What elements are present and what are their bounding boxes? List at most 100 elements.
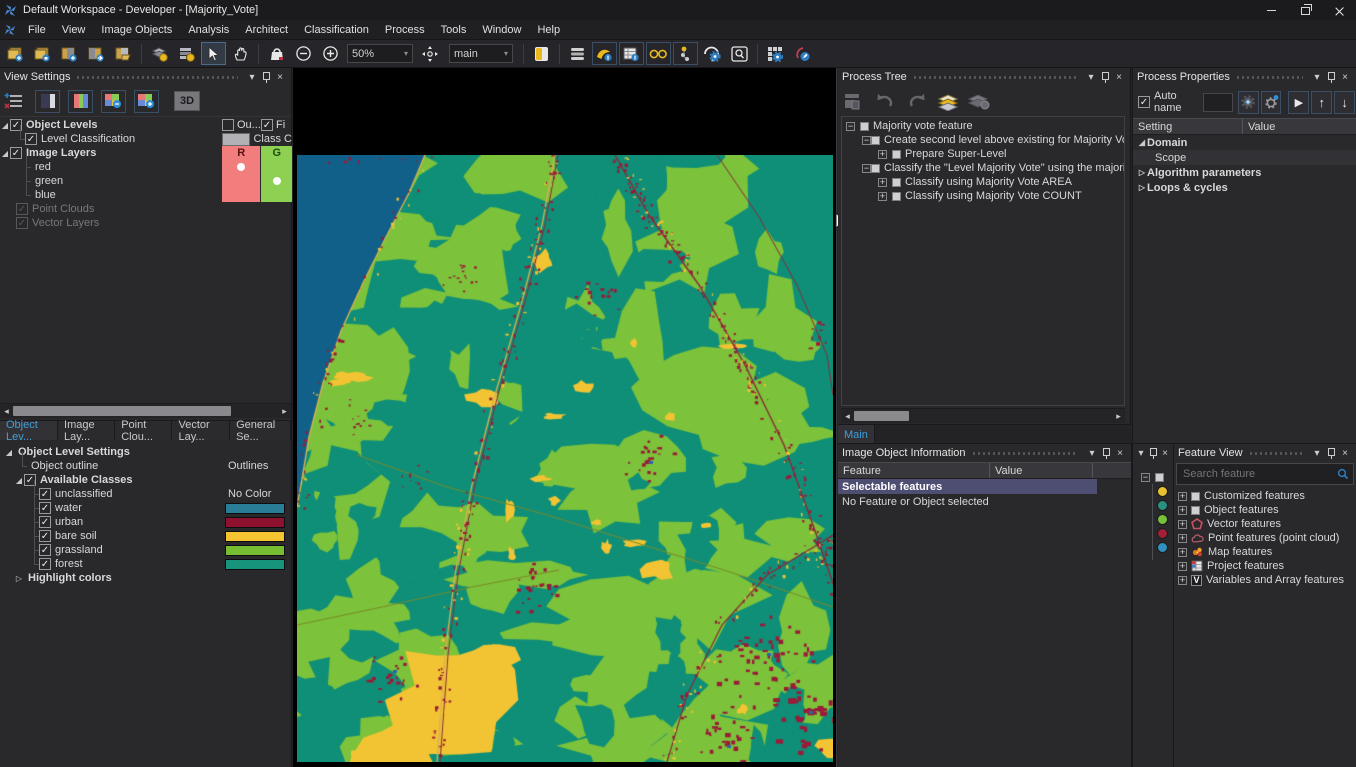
zoom-area-button[interactable] <box>264 42 289 65</box>
close-icon[interactable]: × <box>1338 446 1352 460</box>
collapsed-icon[interactable] <box>1137 183 1147 192</box>
class-dot-water[interactable] <box>1157 542 1168 553</box>
class-row-bare-soil[interactable]: bare soil <box>0 529 291 543</box>
algorithm-settings-button[interactable] <box>1238 91 1259 114</box>
pin-icon[interactable] <box>1324 446 1338 460</box>
bare-soil-checkbox[interactable] <box>39 530 51 542</box>
expanded-icon[interactable] <box>0 121 10 130</box>
view-settings-hscrollbar[interactable]: ◂ ▸ <box>0 403 291 418</box>
move-down-button[interactable]: ↓ <box>1334 91 1355 114</box>
load-rule-set-icon[interactable] <box>936 91 962 111</box>
menu-architect[interactable]: Architect <box>237 24 296 36</box>
pp-row-loops-cycles[interactable]: Loops & cycles <box>1133 180 1356 195</box>
expand-plus-icon[interactable]: + <box>1178 506 1187 515</box>
urban-color-swatch[interactable] <box>225 517 285 528</box>
edit-process-button[interactable] <box>790 42 815 65</box>
class-dot-forest[interactable] <box>1157 500 1168 511</box>
pan-button[interactable] <box>228 42 253 65</box>
fv-item-project[interactable]: + Project features <box>1174 559 1356 573</box>
pin-icon[interactable] <box>1147 446 1159 460</box>
single-layer-view-button[interactable] <box>35 90 60 113</box>
map-viewport[interactable] <box>293 68 837 767</box>
fv-item-object[interactable]: + Object features <box>1174 503 1356 517</box>
chevron-down-icon[interactable]: ▾ <box>1084 70 1098 84</box>
select-cursor-button[interactable] <box>201 42 226 65</box>
chevron-down-icon[interactable]: ▾ <box>1085 446 1099 460</box>
class-dot-bare-soil[interactable] <box>1157 486 1168 497</box>
collapse-minus-icon[interactable]: − <box>1141 473 1150 482</box>
level-classification-checkbox[interactable] <box>25 133 37 145</box>
menu-classification[interactable]: Classification <box>296 24 377 36</box>
layer-mix-plus-button[interactable] <box>134 90 159 113</box>
redo-icon[interactable] <box>904 92 928 110</box>
view-classification-button[interactable] <box>646 42 671 65</box>
fv-item-vector[interactable]: + Vector features <box>1174 517 1356 531</box>
outlined-column-checkbox[interactable] <box>222 119 234 131</box>
view-layout-button[interactable] <box>565 42 590 65</box>
menu-analysis[interactable]: Analysis <box>180 24 237 36</box>
expanded-icon[interactable] <box>1137 138 1147 147</box>
pin-icon[interactable] <box>1099 446 1113 460</box>
class-row-water[interactable]: water <box>0 501 291 515</box>
restore-button[interactable] <box>1288 0 1322 20</box>
close-icon[interactable]: × <box>273 70 287 84</box>
collapse-minus-icon[interactable]: − <box>862 136 871 145</box>
class-hierarchy-root[interactable]: − <box>1133 470 1173 484</box>
expand-plus-icon[interactable]: + <box>878 192 887 201</box>
menu-process[interactable]: Process <box>377 24 433 36</box>
unclassified-checkbox[interactable] <box>39 488 51 500</box>
scroll-left-icon[interactable]: ◂ <box>0 406 13 417</box>
selectable-features-row[interactable]: Selectable features <box>838 479 1097 494</box>
filled-column-checkbox[interactable] <box>261 119 273 131</box>
collapsed-icon[interactable] <box>14 574 24 583</box>
process-hierarchy-button[interactable] <box>673 42 698 65</box>
red-r-cell[interactable] <box>222 160 260 174</box>
feature-column-header[interactable]: Feature <box>838 463 990 478</box>
grassland-checkbox[interactable] <box>39 544 51 556</box>
minimize-button[interactable] <box>1254 0 1288 20</box>
class-dot-grassland[interactable] <box>1157 514 1168 525</box>
chevron-down-icon[interactable]: ▾ <box>1310 70 1324 84</box>
zoom-out-button[interactable] <box>291 42 316 65</box>
green-r-cell[interactable] <box>222 174 260 188</box>
expand-plus-icon[interactable]: + <box>1178 492 1187 501</box>
expanded-icon[interactable] <box>14 476 24 485</box>
blue-g-cell[interactable] <box>261 188 292 202</box>
expanded-icon[interactable] <box>0 149 10 158</box>
edit-algorithm-button[interactable] <box>1261 91 1282 114</box>
pp-row-algorithm-parameters[interactable]: Algorithm parameters <box>1133 165 1356 180</box>
view-settings-button[interactable] <box>592 42 617 65</box>
expand-plus-icon[interactable]: + <box>1178 520 1187 529</box>
pp-row-domain[interactable]: Domain <box>1133 135 1356 150</box>
forest-checkbox[interactable] <box>39 558 51 570</box>
scroll-left-icon[interactable]: ◂ <box>841 411 854 422</box>
process-node[interactable]: + Classify using Majority Vote AREA <box>842 175 1124 189</box>
3d-view-button[interactable]: 3D <box>174 91 200 111</box>
image-layers-checkbox[interactable] <box>10 147 22 159</box>
process-node[interactable]: + Classify using Majority Vote COUNT <box>842 189 1124 203</box>
bare-soil-color-swatch[interactable] <box>225 531 285 542</box>
tab-general-settings[interactable]: General Se... <box>230 421 291 440</box>
ols-highlight-colors-row[interactable]: Highlight colors <box>0 571 291 585</box>
edit-view-settings-icon[interactable] <box>4 92 24 110</box>
process-tree-content[interactable]: − Majority vote feature − Create second … <box>841 116 1125 406</box>
close-icon[interactable]: × <box>1112 70 1126 84</box>
red-g-cell[interactable] <box>261 160 292 174</box>
pin-icon[interactable] <box>1324 70 1338 84</box>
scroll-right-icon[interactable]: ▸ <box>278 406 291 417</box>
menu-window[interactable]: Window <box>474 24 529 36</box>
process-node[interactable]: − Create second level above existing for… <box>842 133 1124 147</box>
close-icon[interactable]: × <box>1159 446 1171 460</box>
water-checkbox[interactable] <box>39 502 51 514</box>
pp-row-scope[interactable]: Scope <box>1133 150 1356 165</box>
zoom-in-button[interactable] <box>318 42 343 65</box>
ols-root-row[interactable]: Object Level Settings <box>0 445 291 459</box>
class-row-forest[interactable]: forest <box>0 557 291 571</box>
class-row-grassland[interactable]: grassland <box>0 543 291 557</box>
layer-mix-minus-button[interactable] <box>101 90 126 113</box>
panel-grip[interactable] <box>1237 76 1303 79</box>
class-dot-urban[interactable] <box>1157 528 1168 539</box>
ols-object-outline-row[interactable]: Object outline Outlines <box>0 459 291 473</box>
image-object-info-button[interactable] <box>619 42 644 65</box>
tab-image-layers[interactable]: Image Lay... <box>58 421 115 440</box>
